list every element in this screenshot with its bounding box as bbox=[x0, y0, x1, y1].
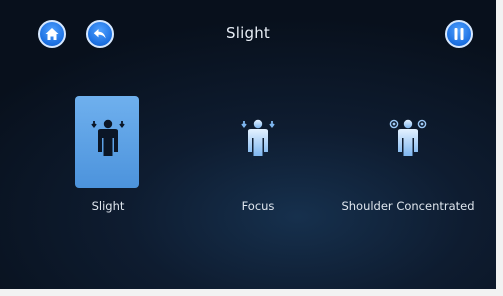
person-focus-icon bbox=[241, 119, 275, 156]
mode-label: Slight bbox=[91, 199, 125, 213]
mode-slight[interactable]: Slight bbox=[38, 96, 178, 216]
person-slight-icon bbox=[91, 119, 125, 156]
frame-edge-right bbox=[496, 0, 503, 296]
pause-icon bbox=[454, 28, 464, 40]
mode-label: Focus bbox=[241, 199, 275, 213]
mode-label: Shoulder Concentrated bbox=[341, 199, 475, 213]
page-title: Slight bbox=[226, 24, 270, 42]
mode-focus[interactable]: Focus bbox=[188, 96, 328, 216]
mode-shoulder-concentrated[interactable]: Shoulder Concentrated bbox=[338, 96, 478, 216]
screen: Slight Slight Focus Shoulder Concentrate… bbox=[0, 0, 496, 289]
frame-edge-bottom bbox=[0, 289, 503, 296]
pause-button[interactable] bbox=[445, 20, 473, 48]
person-shoulder-icon bbox=[389, 119, 427, 156]
